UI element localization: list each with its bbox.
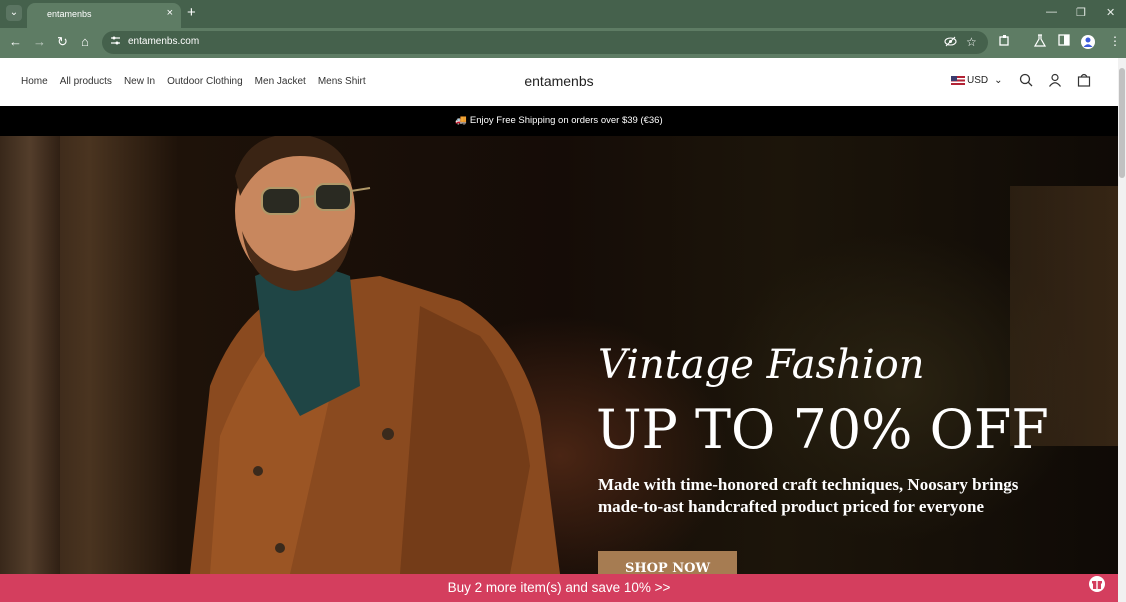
hero-script-title: Vintage Fashion	[598, 342, 925, 388]
currency-label: USD	[967, 75, 989, 86]
minimize-button[interactable]: —	[1046, 6, 1057, 18]
sidebar-icon[interactable]	[1058, 34, 1070, 49]
hero-headline: UP TO 70% OFF	[596, 398, 1049, 461]
browser-tab[interactable]: entamenbs ×	[27, 3, 181, 28]
tab-search-button[interactable]: ⌄	[6, 5, 22, 21]
user-icon[interactable]	[1048, 73, 1062, 90]
address-bar[interactable]: entamenbs.com ☆	[102, 31, 988, 54]
hero-model-image	[190, 136, 560, 574]
new-tab-button[interactable]: +	[187, 4, 196, 21]
tab-close-icon[interactable]: ×	[167, 7, 173, 19]
forward-button[interactable]: →	[33, 34, 46, 49]
bag-icon[interactable]	[1077, 73, 1091, 90]
shop-now-button[interactable]: SHOP NOW	[598, 551, 737, 574]
tab-title: entamenbs	[47, 9, 92, 19]
currency-selector[interactable]: USD ⌄	[951, 75, 1003, 86]
eye-off-icon[interactable]	[944, 35, 957, 51]
search-icon[interactable]	[1019, 73, 1033, 90]
gift-icon[interactable]	[1089, 576, 1105, 592]
flask-icon[interactable]	[1033, 34, 1047, 50]
extensions-icon[interactable]	[998, 34, 1011, 50]
promo-bar[interactable]: Buy 2 more item(s) and save 10% >>	[0, 574, 1118, 602]
hero-background-pillar	[0, 136, 60, 574]
profile-icon[interactable]	[1081, 35, 1095, 49]
star-icon[interactable]: ☆	[966, 35, 977, 49]
site-header: Home All products New In Outdoor Clothin…	[0, 58, 1118, 106]
back-button[interactable]: ←	[9, 34, 22, 49]
us-flag-icon	[951, 76, 965, 85]
more-icon[interactable]: ⋮	[1109, 34, 1121, 48]
page-scrollbar[interactable]	[1118, 58, 1126, 602]
home-button[interactable]: ⌂	[81, 34, 89, 49]
hero-banner[interactable]: Vintage Fashion UP TO 70% OFF Made with …	[0, 136, 1118, 574]
browser-toolbar: ← → ↻ ⌂ entamenbs.com ☆ ⋮	[0, 28, 1126, 58]
close-window-button[interactable]: ✕	[1106, 6, 1115, 19]
tune-icon[interactable]	[110, 35, 121, 49]
hero-subtext: Made with time-honored craft techniques,…	[598, 475, 1019, 516]
maximize-button[interactable]: ❐	[1076, 6, 1086, 19]
reload-button[interactable]: ↻	[57, 34, 68, 50]
url-text[interactable]: entamenbs.com	[128, 36, 199, 47]
browser-tabstrip: ⌄ entamenbs × + — ❐ ✕	[0, 0, 1126, 28]
announcement-bar: 🚚 Enjoy Free Shipping on orders over $39…	[0, 106, 1118, 136]
scrollbar-thumb[interactable]	[1119, 68, 1125, 178]
chevron-down-icon: ⌄	[994, 75, 1003, 86]
